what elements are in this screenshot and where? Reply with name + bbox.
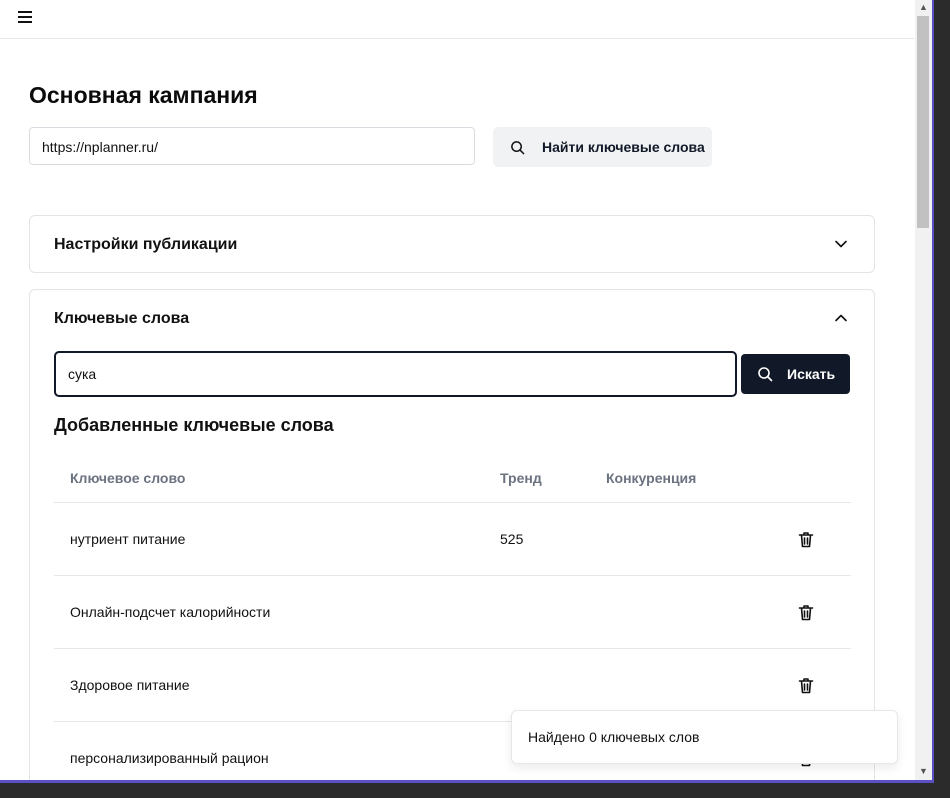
- toast-notification: Найдено 0 ключевых слов: [511, 710, 898, 764]
- scrollbar-thumb[interactable]: [917, 16, 929, 228]
- column-competition: Конкуренция: [606, 470, 697, 486]
- keyword-cell: Здоровое питание: [70, 677, 190, 693]
- table-header: Ключевое слово Тренд Конкуренция: [54, 454, 851, 503]
- keywords-title: Ключевые слова: [54, 310, 190, 327]
- search-button[interactable]: Искать: [741, 354, 850, 394]
- chevron-up-icon[interactable]: [834, 311, 848, 325]
- search-icon: [511, 140, 525, 154]
- scroll-up-arrow-icon[interactable]: ▲: [919, 2, 928, 12]
- keyword-search-input[interactable]: сука: [54, 351, 737, 397]
- page-title: Основная кампания: [29, 82, 258, 108]
- trend-cell: 525: [500, 531, 524, 547]
- chevron-down-icon[interactable]: [834, 237, 848, 251]
- trash-icon[interactable]: [798, 531, 814, 548]
- table-row: нутриент питание 525: [54, 503, 851, 576]
- trash-icon[interactable]: [798, 604, 814, 621]
- added-keywords-title: Добавленные ключевые слова: [54, 415, 334, 435]
- keyword-cell: нутриент питание: [70, 531, 186, 547]
- column-keyword: Ключевое слово: [70, 470, 186, 486]
- publication-settings-title: Настройки публикации: [54, 236, 238, 253]
- keywords-card: Ключевые слова сука Искать Добавленные к…: [29, 289, 875, 780]
- search-button-label: Искать: [787, 366, 836, 382]
- keyword-cell: Онлайн-подсчет калорийности: [70, 604, 271, 620]
- trash-icon[interactable]: [798, 677, 814, 694]
- table-row: Онлайн-подсчет калорийности: [54, 576, 851, 649]
- column-trend: Тренд: [500, 470, 542, 486]
- hamburger-icon[interactable]: [18, 11, 32, 25]
- url-input[interactable]: https://nplanner.ru/: [29, 127, 475, 165]
- find-keywords-button[interactable]: Найти ключевые слова: [493, 127, 712, 167]
- keyword-cell: персонализированный рацион: [70, 750, 269, 766]
- find-keywords-label: Найти ключевые слова: [542, 139, 705, 155]
- app-window: Основная кампания https://nplanner.ru/ Н…: [0, 0, 934, 783]
- vertical-scrollbar[interactable]: ▲ ▼: [915, 0, 932, 780]
- scroll-down-arrow-icon[interactable]: ▼: [919, 766, 928, 776]
- publication-settings-card[interactable]: Настройки публикации: [29, 215, 875, 273]
- top-bar: [0, 0, 914, 39]
- search-icon: [758, 367, 773, 382]
